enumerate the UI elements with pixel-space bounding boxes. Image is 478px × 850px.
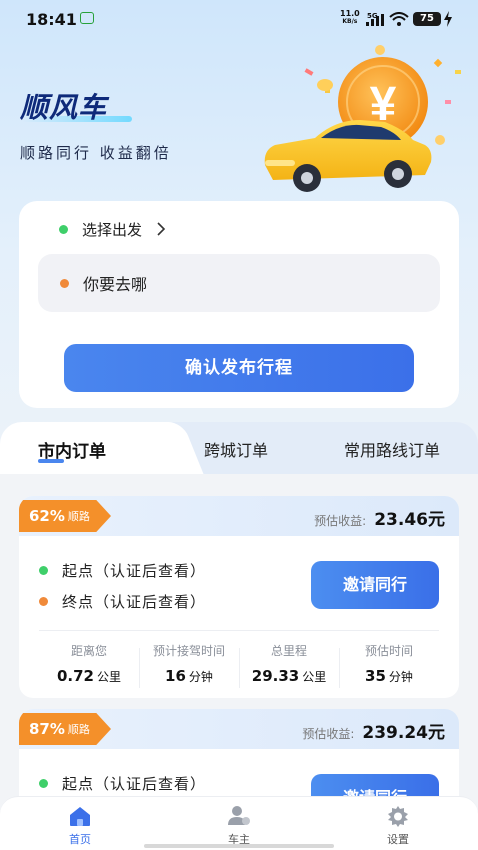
end-dot-icon: [39, 597, 48, 606]
wifi-icon: [389, 12, 409, 26]
earnings-label: 预估收益:: [314, 514, 367, 528]
chevron-right-icon: [157, 222, 166, 236]
match-badge: 87% 顺路: [19, 713, 111, 745]
match-badge: 62% 顺路: [19, 500, 111, 532]
status-bar: 18:41 11.0 KB/s 5G 75: [0, 0, 478, 38]
earnings-label: 预估收益:: [302, 727, 355, 741]
nav-settings[interactable]: 设置: [363, 805, 433, 847]
stat-distance: 距离您 0.72 公里: [39, 642, 139, 685]
network-speed-unit: KB/s: [342, 18, 358, 25]
stat-unit: 公里: [302, 670, 327, 684]
order-card-header: 62% 顺路 预估收益: 23.46元: [19, 496, 459, 536]
charging-icon: [444, 11, 452, 27]
stat-label: 距离您: [70, 644, 107, 658]
start-point: 起点（认证后查看）: [39, 560, 206, 581]
stat-value: 0.72: [56, 667, 94, 685]
destination-placeholder: 你要去哪: [83, 275, 148, 294]
invite-button[interactable]: 邀请同行: [311, 561, 439, 609]
start-dot-icon: [39, 779, 48, 788]
nav-home-label: 首页: [69, 833, 91, 846]
nav-settings-label: 设置: [387, 833, 409, 846]
bottom-nav: 首页 车主 设置: [0, 796, 478, 850]
order-card-header: 87% 顺路 预估收益: 239.24元: [19, 709, 459, 749]
orders-panel: 市内订单 跨城订单 常用路线订单 62% 顺路 预估收益: 23.46元 起点（…: [0, 422, 478, 850]
status-time: 18:41: [26, 10, 77, 29]
stat-label: 预计接驾时间: [152, 644, 225, 658]
tab-active-indicator: [38, 459, 64, 463]
earnings-value: 23.46元: [374, 510, 445, 530]
start-point: 起点（认证后查看）: [39, 773, 206, 794]
stat-unit: 公里: [97, 670, 122, 684]
stat-pickup-time: 预计接驾时间 16 分钟: [139, 642, 239, 685]
driver-icon: [228, 806, 250, 825]
origin-dot-icon: [59, 224, 68, 234]
stat-value: 35: [365, 667, 386, 685]
earnings-value: 239.24元: [362, 723, 445, 743]
app-notification-icon: [80, 12, 94, 24]
start-dot-icon: [39, 566, 48, 575]
destination-input[interactable]: 你要去哪: [38, 254, 440, 312]
stat-unit: 分钟: [388, 670, 413, 684]
page-subtitle: 顺路同行 收益翻倍: [20, 144, 172, 162]
stat-total-mileage: 总里程 29.33 公里: [239, 642, 339, 685]
stat-label: 总里程: [270, 644, 307, 658]
network-speed-value: 11.0: [340, 9, 360, 18]
nav-driver[interactable]: 车主: [204, 805, 274, 847]
estimated-earnings: 预估收益: 23.46元: [314, 505, 445, 530]
order-tabs: 市内订单 跨城订单 常用路线订单: [0, 422, 478, 474]
trip-card: 选择出发 你要去哪 确认发布行程: [19, 201, 459, 408]
estimated-earnings: 预估收益: 239.24元: [302, 718, 445, 743]
match-tag: 顺路: [67, 723, 90, 736]
match-tag: 顺路: [67, 510, 90, 523]
order-card[interactable]: 62% 顺路 预估收益: 23.46元 起点（认证后查看） 终点（认证后查看） …: [19, 496, 459, 698]
start-point-text: 起点（认证后查看）: [62, 562, 207, 580]
end-point: 终点（认证后查看）: [39, 591, 206, 612]
page-title: 顺风车: [20, 91, 108, 124]
destination-dot-icon: [60, 278, 69, 288]
origin-label: 选择出发: [82, 220, 143, 239]
origin-selector[interactable]: 选择出发: [59, 219, 166, 239]
confirm-publish-button[interactable]: 确认发布行程: [64, 344, 414, 392]
divider: [39, 630, 439, 631]
tab-intercity-orders[interactable]: 跨城订单: [204, 437, 268, 461]
stat-unit: 分钟: [188, 670, 213, 684]
start-point-text: 起点（认证后查看）: [62, 775, 207, 793]
stat-estimated-time: 预估时间 35 分钟: [339, 642, 439, 685]
network-speed: 11.0 KB/s: [340, 10, 360, 26]
car-coin-illustration: ¥: [264, 45, 461, 192]
gear-icon: [388, 806, 408, 827]
match-percent: 87%: [29, 720, 65, 738]
match-percent: 62%: [29, 507, 65, 525]
home-icon: [70, 807, 90, 826]
nav-home[interactable]: 首页: [45, 805, 115, 847]
signal-icon: [366, 14, 384, 26]
stat-label: 预估时间: [364, 644, 413, 658]
stat-value: 16: [165, 667, 186, 685]
stat-value: 29.33: [251, 667, 300, 685]
home-indicator[interactable]: [144, 844, 334, 848]
end-point-text: 终点（认证后查看）: [62, 593, 207, 611]
tab-frequent-route-orders[interactable]: 常用路线订单: [344, 437, 440, 461]
battery-icon: 75: [413, 12, 441, 26]
